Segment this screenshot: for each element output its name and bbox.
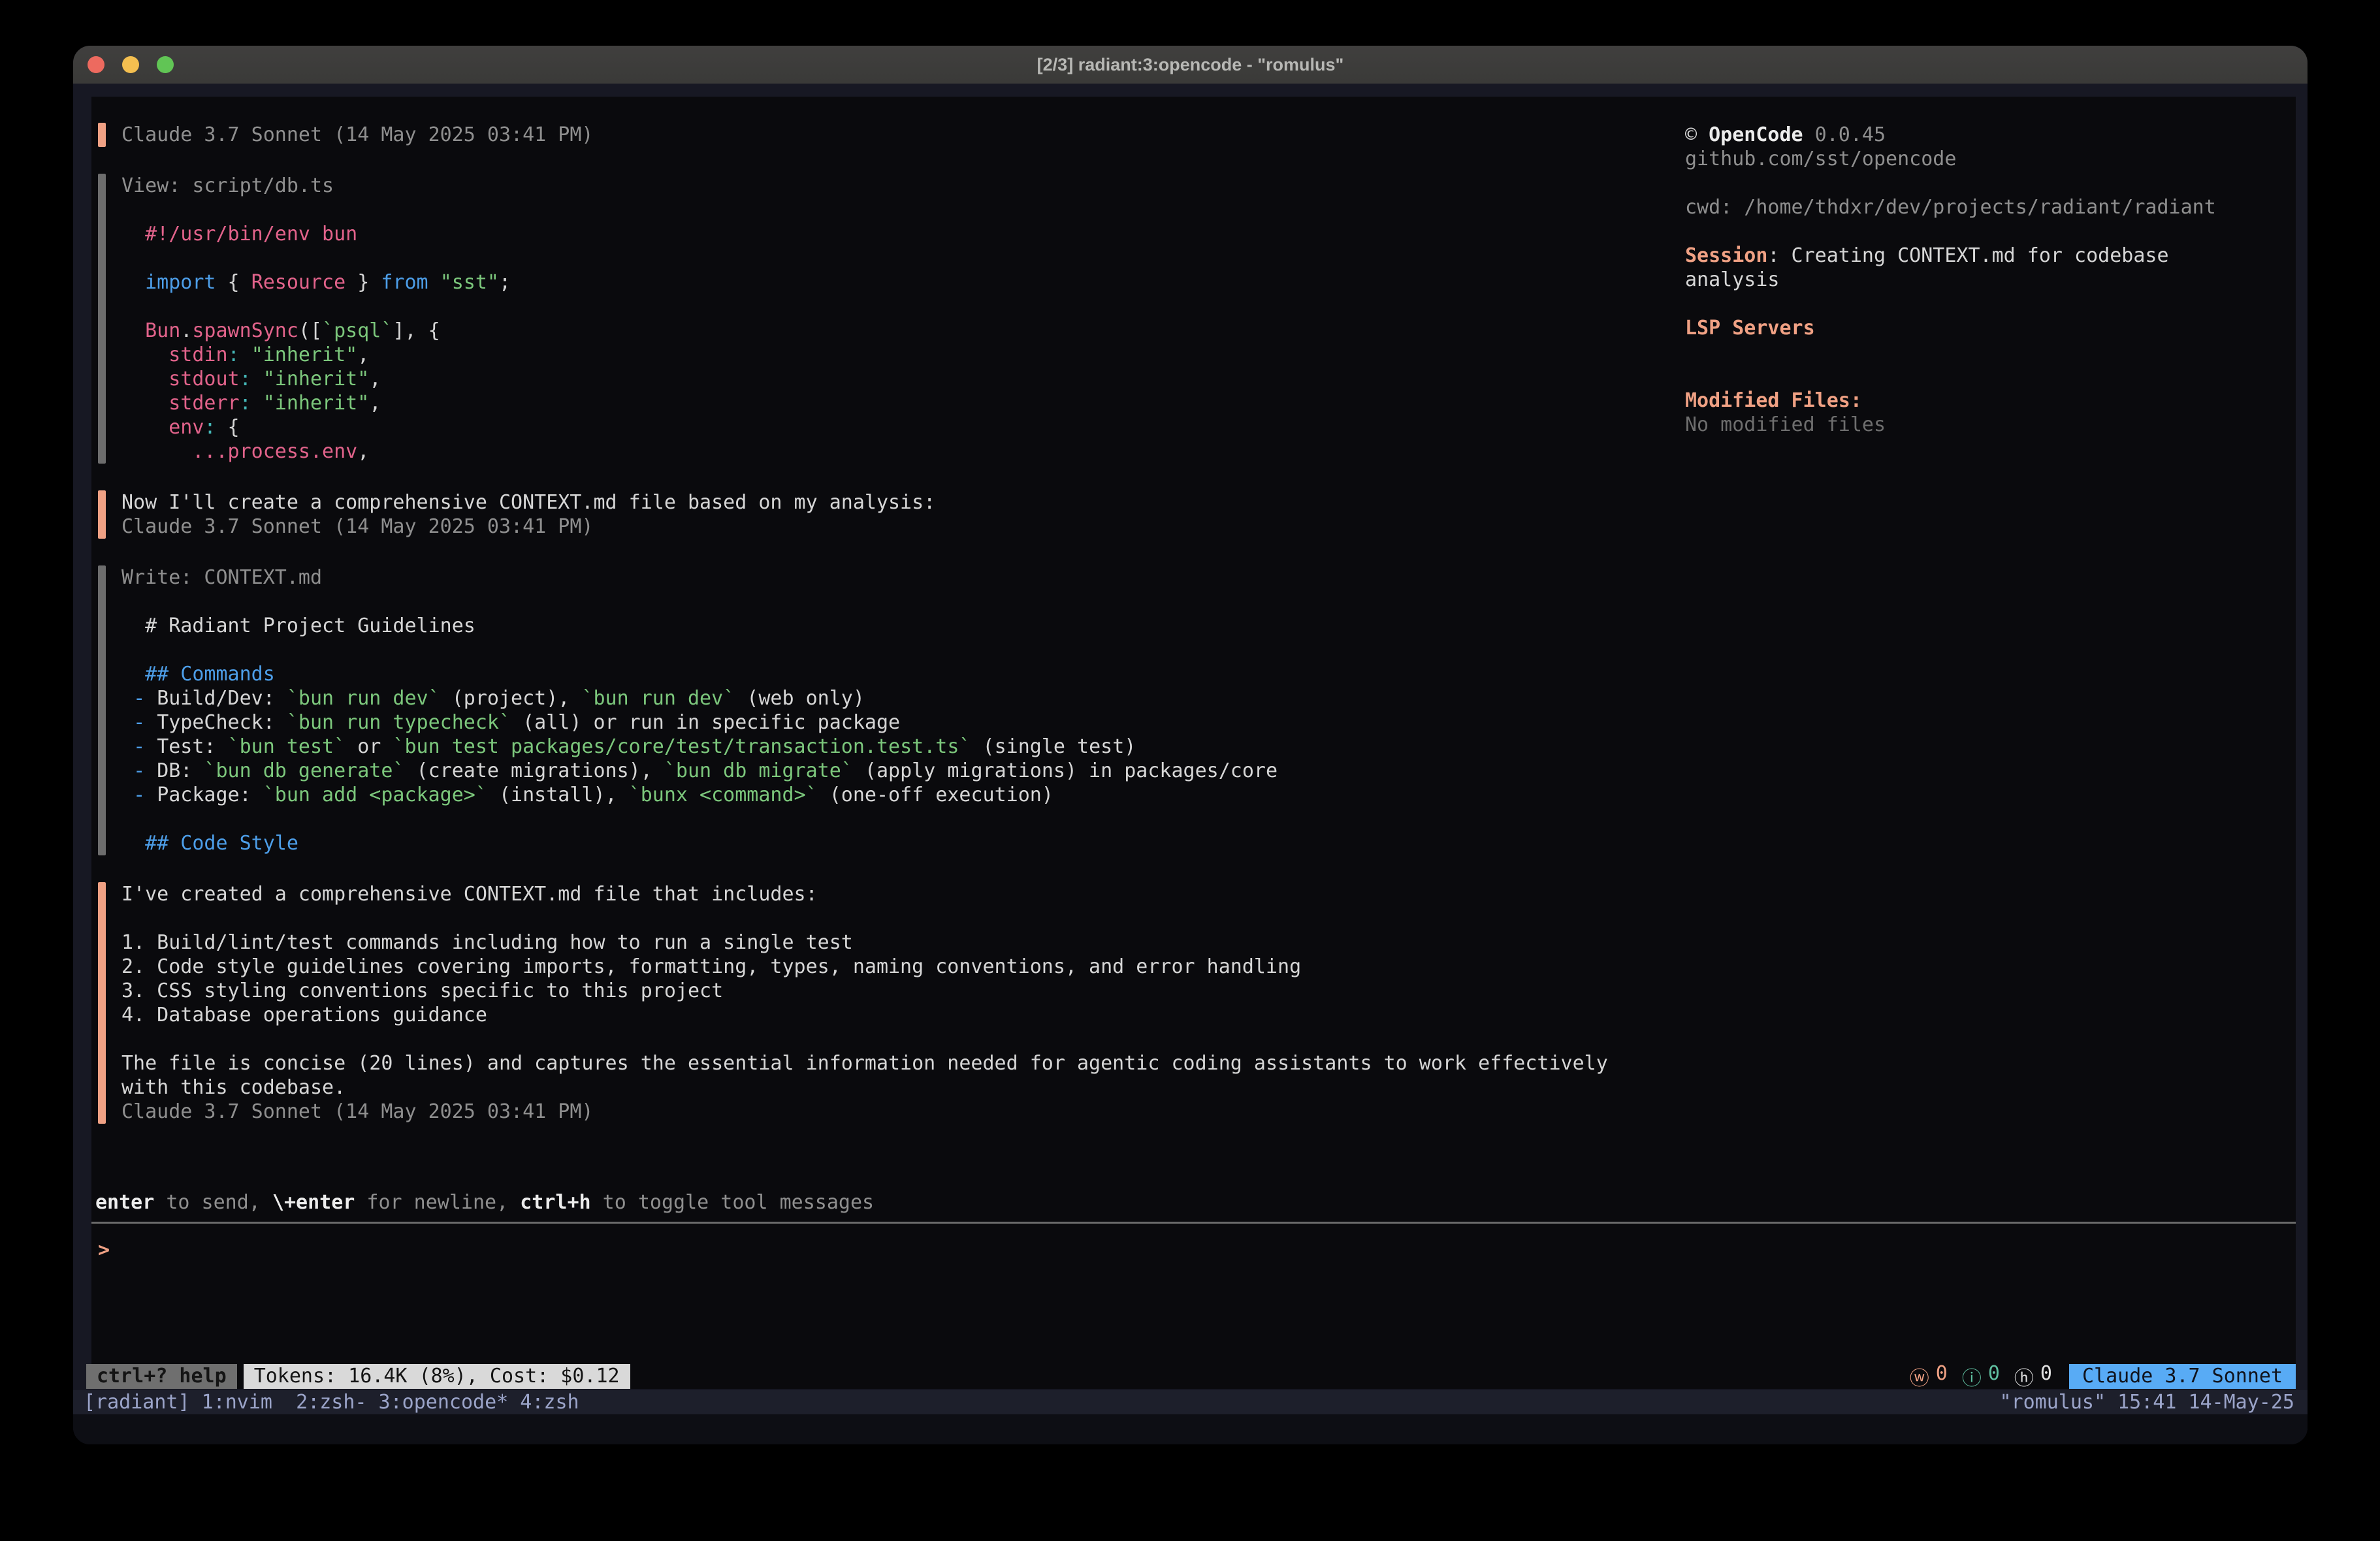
message-accent-bar bbox=[98, 565, 106, 855]
terminal-row: cwd: /home/thdxr/dev/projects/radiant/ra… bbox=[1685, 195, 2292, 219]
terminal-row: 2. Code style guidelines covering import… bbox=[121, 955, 1608, 979]
terminal-row: - Build/Dev: `bun run dev` (project), `b… bbox=[121, 686, 1278, 710]
terminal-row: Bun.spawnSync([`psql`], { bbox=[121, 319, 511, 343]
status-bar: ctrl+? help Tokens: 16.4K (8%), Cost: $0… bbox=[86, 1364, 2296, 1389]
terminal-row: stderr: "inherit", bbox=[121, 391, 511, 415]
traffic-lights bbox=[88, 56, 174, 73]
window-title: [2/3] radiant:3:opencode - "romulus" bbox=[1037, 55, 1344, 75]
assistant-header-block: Claude 3.7 Sonnet (14 May 2025 03:41 PM) bbox=[98, 123, 1608, 147]
message-accent-bar bbox=[98, 123, 106, 147]
terminal-row bbox=[1685, 219, 2292, 244]
terminal-row: ...process.env, bbox=[121, 439, 511, 464]
terminal-row bbox=[1685, 340, 2292, 364]
message-input[interactable]: > bbox=[98, 1238, 110, 1262]
terminal-row: Claude 3.7 Sonnet (14 May 2025 03:41 PM) bbox=[121, 123, 593, 147]
terminal-row: © OpenCode 0.0.45 bbox=[1685, 123, 2292, 147]
terminal-row: Write: CONTEXT.md bbox=[121, 565, 1278, 590]
terminal-row: - TypeCheck: `bun run typecheck` (all) o… bbox=[121, 710, 1278, 735]
message-body: I've created a comprehensive CONTEXT.md … bbox=[121, 882, 1608, 1124]
terminal-row: stdout: "inherit", bbox=[121, 367, 511, 391]
hints-count: 0 bbox=[2040, 1362, 2052, 1391]
terminal-row: > bbox=[98, 1238, 110, 1262]
terminal-row: Session: Creating CONTEXT.md for codebas… bbox=[1685, 244, 2292, 268]
terminal-row: Now I'll create a comprehensive CONTEXT.… bbox=[121, 490, 935, 515]
minimize-button[interactable] bbox=[122, 56, 139, 73]
terminal-row: Claude 3.7 Sonnet (14 May 2025 03:41 PM) bbox=[121, 1100, 1608, 1124]
assistant-message-block: Now I'll create a comprehensive CONTEXT.… bbox=[98, 490, 1608, 539]
terminal-row: - DB: `bun db generate` (create migratio… bbox=[121, 759, 1278, 783]
info-counter: ⓘ0 bbox=[1962, 1362, 2000, 1391]
terminal-row bbox=[1685, 171, 2292, 195]
message-accent-bar bbox=[98, 490, 106, 539]
warnings-icon: ⓦ bbox=[1910, 1362, 1929, 1391]
message-body: Now I'll create a comprehensive CONTEXT.… bbox=[121, 490, 935, 539]
session-sidebar: © OpenCode 0.0.45github.com/sst/opencode… bbox=[1685, 123, 2292, 437]
terminal-area: Claude 3.7 Sonnet (14 May 2025 03:41 PM)… bbox=[73, 84, 2308, 1444]
tmux-status-bar: [radiant] 1:nvim 2:zsh- 3:opencode* 4:zs… bbox=[73, 1390, 2308, 1414]
terminal-row: Modified Files: bbox=[1685, 389, 2292, 413]
terminal-row: LSP Servers bbox=[1685, 316, 2292, 340]
warnings-count: 0 bbox=[1936, 1362, 1948, 1391]
terminal-row: - Package: `bun add <package>` (install)… bbox=[121, 783, 1278, 807]
terminal-row: stdin: "inherit", bbox=[121, 343, 511, 367]
message-accent-bar bbox=[98, 882, 106, 1124]
close-button[interactable] bbox=[88, 56, 105, 73]
terminal-row: #!/usr/bin/env bun bbox=[121, 222, 511, 246]
hints-counter: ⓗ0 bbox=[2014, 1362, 2052, 1391]
terminal-row: github.com/sst/opencode bbox=[1685, 147, 2292, 171]
terminal-row: I've created a comprehensive CONTEXT.md … bbox=[121, 882, 1608, 906]
terminal-row bbox=[121, 246, 511, 270]
message-accent-bar bbox=[98, 174, 106, 464]
terminal-row bbox=[121, 638, 1278, 662]
terminal-row bbox=[121, 198, 511, 222]
info-icon: ⓘ bbox=[1962, 1362, 1982, 1391]
assistant-summary-block: I've created a comprehensive CONTEXT.md … bbox=[98, 882, 1608, 1124]
warnings-counter: ⓦ0 bbox=[1910, 1362, 1948, 1391]
terminal-row: # Radiant Project Guidelines bbox=[121, 614, 1278, 638]
terminal-row: enter to send, \+enter for newline, ctrl… bbox=[95, 1190, 874, 1215]
opencode-panel: Claude 3.7 Sonnet (14 May 2025 03:41 PM)… bbox=[91, 97, 2296, 1389]
terminal-row: with this codebase. bbox=[121, 1075, 1608, 1100]
keybinding-hints: enter to send, \+enter for newline, ctrl… bbox=[95, 1190, 874, 1215]
terminal-row bbox=[121, 906, 1608, 930]
terminal-row: 4. Database operations guidance bbox=[121, 1003, 1608, 1027]
terminal-row: ## Code Style bbox=[121, 831, 1278, 855]
tool-write-block: Write: CONTEXT.md # Radiant Project Guid… bbox=[98, 565, 1608, 855]
help-button[interactable]: ctrl+? help bbox=[86, 1364, 237, 1389]
terminal-row: env: { bbox=[121, 415, 511, 439]
terminal-row: No modified files bbox=[1685, 413, 2292, 437]
window-titlebar[interactable]: [2/3] radiant:3:opencode - "romulus" bbox=[73, 46, 2308, 84]
input-separator bbox=[91, 1222, 2296, 1224]
maximize-button[interactable] bbox=[157, 56, 174, 73]
terminal-window: [2/3] radiant:3:opencode - "romulus" Cla… bbox=[73, 46, 2308, 1444]
terminal-row: ## Commands bbox=[121, 662, 1278, 686]
tokens-cost-indicator: Tokens: 16.4K (8%), Cost: $0.12 bbox=[244, 1364, 630, 1389]
hints-icon: ⓗ bbox=[2014, 1362, 2034, 1391]
terminal-row bbox=[1685, 364, 2292, 389]
terminal-row: The file is concise (20 lines) and captu… bbox=[121, 1051, 1608, 1075]
terminal-row: analysis bbox=[1685, 268, 2292, 292]
terminal-row: View: script/db.ts bbox=[121, 174, 511, 198]
terminal-bottom-padding bbox=[73, 1414, 2308, 1444]
tmux-host-clock: "romulus" 15:41 14-May-25 bbox=[1999, 1390, 2294, 1414]
terminal-row: 3. CSS styling conventions specific to t… bbox=[121, 979, 1608, 1003]
info-count: 0 bbox=[1988, 1362, 2000, 1391]
message-body: Write: CONTEXT.md # Radiant Project Guid… bbox=[121, 565, 1278, 855]
terminal-row bbox=[1685, 292, 2292, 316]
terminal-row bbox=[121, 807, 1278, 831]
tmux-window-list[interactable]: [radiant] 1:nvim 2:zsh- 3:opencode* 4:zs… bbox=[84, 1390, 579, 1414]
tool-view-block: View: script/db.ts #!/usr/bin/env bun im… bbox=[98, 174, 1608, 464]
terminal-row: import { Resource } from "sst"; bbox=[121, 270, 511, 294]
model-indicator[interactable]: Claude 3.7 Sonnet bbox=[2069, 1364, 2296, 1389]
diagnostics-counters: ⓦ0ⓘ0ⓗ0 bbox=[1895, 1362, 2052, 1391]
terminal-row: Claude 3.7 Sonnet (14 May 2025 03:41 PM) bbox=[121, 515, 935, 539]
terminal-row: - Test: `bun test` or `bun test packages… bbox=[121, 735, 1278, 759]
message-body: View: script/db.ts #!/usr/bin/env bun im… bbox=[121, 174, 511, 464]
conversation-log: Claude 3.7 Sonnet (14 May 2025 03:41 PM)… bbox=[91, 97, 1608, 1151]
terminal-row bbox=[121, 294, 511, 319]
message-body: Claude 3.7 Sonnet (14 May 2025 03:41 PM) bbox=[121, 123, 593, 147]
terminal-row bbox=[121, 1027, 1608, 1051]
terminal-row bbox=[121, 590, 1278, 614]
terminal-row: 1. Build/lint/test commands including ho… bbox=[121, 930, 1608, 955]
